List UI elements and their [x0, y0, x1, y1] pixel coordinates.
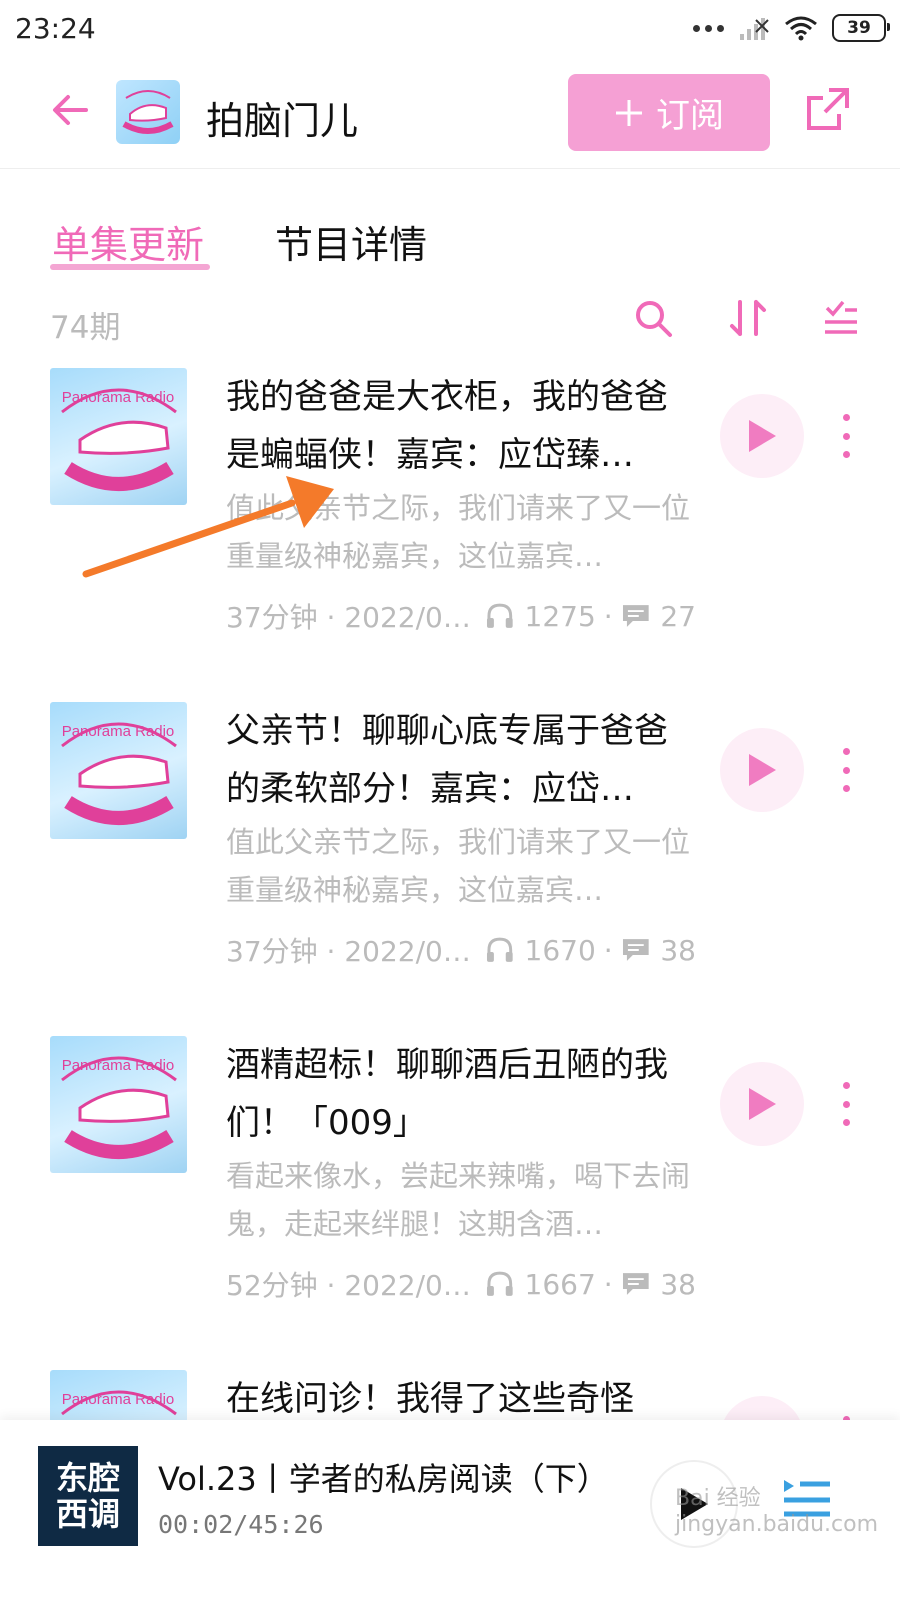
episode-play-button[interactable] — [720, 1396, 804, 1420]
tab-episodes[interactable]: 单集更新 — [52, 214, 204, 269]
status-icons: 39 — [693, 14, 890, 42]
cover-art-text: Panorama Radio — [62, 1391, 175, 1408]
episode-meta: 37分钟 · 2022/0… 1670 · 38 — [226, 930, 696, 970]
cover-art-text: Panorama Radio — [62, 389, 175, 406]
episode-title: 父亲节！聊聊心底专属于爸爸的柔软部分！嘉宾：应岱… — [226, 711, 668, 809]
search-icon[interactable] — [633, 298, 673, 338]
episode-meta: 52分钟 · 2022/0… 1667 · 38 — [226, 1264, 696, 1304]
player-cover-text: 西调 — [55, 1495, 120, 1533]
episode-comments: 38 — [660, 933, 696, 967]
meta-separator: · — [603, 599, 613, 633]
episode-plays: 1667 — [524, 1267, 596, 1301]
cover-art-text: Panorama Radio — [62, 723, 175, 740]
cover-art-text: Panorama Radio — [62, 1057, 175, 1074]
tab-details[interactable]: 节目详情 — [275, 214, 427, 269]
more-options-icon[interactable] — [836, 1082, 856, 1126]
episode-cover-art-icon: Panorama Radio — [61, 1056, 177, 1159]
episode-meta: 37分钟 · 2022/0… 1275 · 27 — [226, 596, 696, 636]
sort-icon[interactable] — [728, 298, 768, 338]
battery-indicator: 39 — [832, 14, 890, 42]
share-icon[interactable] — [803, 84, 853, 134]
mini-player[interactable]: 东腔 西调 Vol.23丨学者的私房阅读（下） 00:02/45:26 Bai … — [0, 1420, 900, 1600]
episode-item[interactable]: Panorama Radio 我的爸爸是大衣柜，我的爸爸是蝙蝠侠！嘉宾：应岱臻…… — [0, 368, 900, 708]
filter-list-icon[interactable] — [821, 298, 861, 338]
episode-title: 在线问诊！我得了这些奇怪 — [226, 1379, 634, 1419]
subscribe-label: 订阅 — [656, 96, 724, 136]
comment-icon — [622, 939, 649, 961]
episode-item[interactable]: Panorama Radio 酒精超标！聊聊酒后丑陋的我们！「009」 看起来像… — [0, 1036, 900, 1376]
podcast-logo — [116, 80, 180, 144]
episode-description: 值此父亲节之际，我们请来了又一位重量级神秘嘉宾，这位嘉宾… — [226, 825, 691, 907]
more-dots-icon — [693, 24, 724, 32]
episode-description: 看起来像水，尝起来辣嘴，喝下去闹鬼，走起来绊腿！这期含酒… — [226, 1159, 691, 1241]
comment-icon — [622, 605, 649, 627]
episode-cover: Panorama Radio — [50, 368, 187, 505]
more-options-icon[interactable] — [836, 414, 856, 458]
episode-cover: Panorama Radio — [50, 1036, 187, 1173]
plus-icon — [616, 99, 642, 126]
episode-cover-art-icon: Panorama Radio — [61, 1390, 177, 1416]
status-time: 23:24 — [15, 12, 96, 45]
signal-icon — [740, 18, 769, 40]
headphones-icon — [486, 1271, 513, 1296]
episode-cover: Panorama Radio — [50, 702, 187, 839]
play-icon — [749, 754, 776, 786]
comment-icon — [622, 1273, 649, 1295]
hand-logo-icon — [122, 90, 174, 134]
player-cover: 东腔 西调 — [38, 1446, 138, 1546]
wifi-icon — [785, 16, 817, 41]
app-header: 拍脑门儿 订阅 — [0, 64, 900, 169]
episode-play-button[interactable] — [720, 728, 804, 812]
episode-cover: Panorama Radio — [50, 1370, 187, 1420]
play-icon — [749, 1088, 776, 1120]
episode-duration-date: 52分钟 · 2022/0… — [226, 1269, 471, 1302]
watermark: Bai 经验 jingyan.baidu.com — [675, 1486, 879, 1537]
episode-title: 酒精超标！聊聊酒后丑陋的我们！「009」 — [226, 1045, 668, 1143]
episode-duration-date: 37分钟 · 2022/0… — [226, 601, 471, 634]
episode-duration-date: 37分钟 · 2022/0… — [226, 935, 471, 968]
episode-cover-art-icon: Panorama Radio — [61, 722, 177, 825]
tab-active-indicator — [50, 264, 210, 270]
play-icon — [749, 420, 776, 452]
headphones-icon — [486, 937, 513, 962]
episode-description: 值此父亲节之际，我们请来了又一位重量级神秘嘉宾，这位嘉宾… — [226, 491, 691, 573]
player-cover-text: 东腔 — [55, 1459, 120, 1497]
episode-play-button[interactable] — [720, 1062, 804, 1146]
podcast-title: 拍脑门儿 — [206, 99, 359, 143]
player-title: Vol.23丨学者的私房阅读（下） — [158, 1460, 609, 1498]
episode-item[interactable]: Panorama Radio 在线问诊！我得了这些奇怪 — [0, 1370, 900, 1420]
episode-comments: 27 — [660, 599, 696, 633]
headphones-icon — [486, 603, 513, 628]
more-options-icon[interactable] — [836, 748, 856, 792]
meta-separator: · — [603, 1267, 613, 1301]
meta-separator: · — [603, 933, 613, 967]
episode-count: 74期 — [50, 310, 121, 346]
episode-play-button[interactable] — [720, 394, 804, 478]
episode-item[interactable]: Panorama Radio 父亲节！聊聊心底专属于爸爸的柔软部分！嘉宾：应岱…… — [0, 702, 900, 1042]
episode-comments: 38 — [660, 1267, 696, 1301]
episode-plays: 1670 — [524, 933, 596, 967]
episode-cover-art-icon: Panorama Radio — [61, 388, 177, 491]
back-arrow-icon[interactable] — [46, 86, 94, 134]
player-time: 00:02/45:26 — [158, 1510, 324, 1539]
episode-plays: 1275 — [524, 599, 596, 633]
subscribe-button[interactable]: 订阅 — [568, 74, 770, 151]
episode-title: 我的爸爸是大衣柜，我的爸爸是蝙蝠侠！嘉宾：应岱臻… — [226, 377, 668, 475]
